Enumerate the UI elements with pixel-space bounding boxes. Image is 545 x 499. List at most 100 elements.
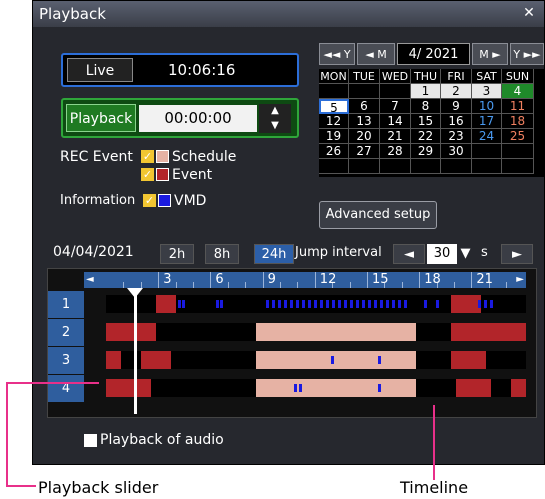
next-year-button[interactable]: Y ►► xyxy=(510,43,544,65)
calendar-day[interactable]: 12 xyxy=(319,114,349,129)
advanced-setup-button[interactable]: Advanced setup xyxy=(319,201,437,229)
camera-timeline-row[interactable] xyxy=(106,379,526,397)
axis-tick xyxy=(210,272,212,288)
schedule-label: Schedule xyxy=(172,149,237,165)
calendar-day[interactable]: 1 xyxy=(411,84,441,99)
calendar-day[interactable]: 19 xyxy=(319,129,349,144)
calendar-day[interactable]: 26 xyxy=(319,144,349,159)
vmd-marker xyxy=(278,300,281,308)
calendar-day[interactable]: 16 xyxy=(441,114,472,129)
calendar-day[interactable]: 17 xyxy=(472,114,502,129)
calendar-grid: MON TUE WED THU FRI SAT SUN 1 2 3 4 5 6 7 8 9 10 11 12 13 14… xyxy=(319,69,544,177)
camera-label[interactable]: 1 xyxy=(48,290,84,318)
spin-up-icon[interactable]: ▲ xyxy=(259,104,291,118)
vmd-marker xyxy=(216,300,219,308)
calendar-day[interactable]: 23 xyxy=(441,129,472,144)
calendar-day[interactable]: 5 xyxy=(319,99,349,115)
jump-interval-value[interactable]: 30 xyxy=(427,244,457,264)
live-panel: Live 10:06:16 xyxy=(61,53,299,87)
calendar-day[interactable]: 28 xyxy=(380,144,411,159)
vmd-marker xyxy=(314,300,317,308)
calendar-day[interactable]: 24 xyxy=(472,129,502,144)
vmd-marker xyxy=(296,300,299,308)
interval-dropdown-icon[interactable]: ▼ xyxy=(458,244,473,264)
camera-label[interactable]: 3 xyxy=(48,346,84,374)
vmd-marker xyxy=(380,300,383,308)
jump-back-icon[interactable]: ◄ xyxy=(393,244,425,264)
calendar-day[interactable]: 10 xyxy=(472,99,502,114)
axis-tick xyxy=(175,282,177,288)
audio-checkbox[interactable] xyxy=(84,434,97,447)
axis-scroll-left-icon[interactable]: ◄ xyxy=(86,272,94,288)
calendar-day[interactable]: 21 xyxy=(380,129,411,144)
axis-tick xyxy=(297,282,299,288)
calendar-day[interactable]: 14 xyxy=(380,114,411,129)
vmd-marker xyxy=(220,300,223,308)
vmd-marker xyxy=(404,300,407,308)
camera-timeline-row[interactable] xyxy=(106,323,526,341)
vmd-checkbox[interactable]: ✓ xyxy=(143,194,156,207)
calendar-day[interactable]: 11 xyxy=(502,99,534,114)
camera-timeline-row[interactable] xyxy=(106,295,526,313)
axis-tick xyxy=(314,272,316,288)
calendar-day[interactable]: 3 xyxy=(472,84,502,99)
vmd-marker xyxy=(378,384,381,392)
axis-tick xyxy=(506,282,508,288)
camera-label[interactable]: 2 xyxy=(48,318,84,346)
calendar-day[interactable]: 2 xyxy=(441,84,472,99)
playback-time-field[interactable]: 00:00:00 xyxy=(139,105,257,132)
calendar-day[interactable]: 9 xyxy=(441,99,472,114)
camera-label[interactable]: 4 xyxy=(48,374,84,402)
zoom-2h-button[interactable]: 2h xyxy=(160,244,194,264)
recording-segment xyxy=(256,379,416,397)
event-label: Event xyxy=(172,167,213,183)
prev-month-button[interactable]: ◄ M xyxy=(357,43,395,65)
calendar-empty-cell xyxy=(349,159,380,174)
calendar-day[interactable]: 15 xyxy=(411,114,441,129)
calendar-day[interactable]: 22 xyxy=(411,129,441,144)
axis-scroll-right-icon[interactable]: ► xyxy=(516,272,524,288)
axis-tick xyxy=(401,282,403,288)
slider-caption: Playback slider xyxy=(38,478,159,497)
jump-forward-icon[interactable]: ► xyxy=(501,244,533,264)
camera-timeline-row[interactable] xyxy=(106,351,526,369)
calendar-day[interactable]: 7 xyxy=(380,99,411,114)
calendar-day[interactable]: 27 xyxy=(349,144,380,159)
prev-year-button[interactable]: ◄◄ Y xyxy=(319,43,355,65)
vmd-marker xyxy=(302,300,305,308)
close-icon[interactable]: ✕ xyxy=(520,4,538,22)
slider-callout-line xyxy=(6,382,99,384)
spin-down-icon[interactable]: ▼ xyxy=(259,119,291,133)
axis-tick xyxy=(280,282,281,288)
calendar-day[interactable]: 25 xyxy=(502,129,534,144)
vmd-marker xyxy=(344,300,347,308)
axis-tick xyxy=(123,282,125,288)
recording-segment xyxy=(141,351,171,369)
recording-segment xyxy=(121,323,156,341)
event-checkbox[interactable]: ✓ xyxy=(141,168,154,181)
recording-segment xyxy=(511,379,526,397)
calendar-day[interactable]: 18 xyxy=(502,114,534,129)
live-button[interactable]: Live xyxy=(67,58,133,82)
zoom-24h-button[interactable]: 24h xyxy=(254,244,294,264)
calendar-day[interactable]: 13 xyxy=(349,114,380,129)
schedule-checkbox[interactable]: ✓ xyxy=(141,150,154,163)
weekday-header: FRI xyxy=(441,69,472,84)
calendar-day[interactable]: 8 xyxy=(411,99,441,114)
recording-segment xyxy=(481,295,526,313)
vmd-marker xyxy=(284,300,287,308)
playback-slider[interactable] xyxy=(134,290,137,414)
calendar-day[interactable]: 4 xyxy=(502,84,534,99)
playback-slider-handle[interactable] xyxy=(127,288,143,298)
calendar-day[interactable]: 20 xyxy=(349,129,380,144)
playback-button[interactable]: Playback xyxy=(66,104,136,132)
vmd-marker xyxy=(386,300,389,308)
calendar-day[interactable]: 6 xyxy=(349,99,380,114)
weekday-header: MON xyxy=(319,69,349,84)
timeline[interactable]: ◄ ► 3 6 9 12 15 18 21 1234 xyxy=(47,268,537,418)
zoom-8h-button[interactable]: 8h xyxy=(205,244,239,264)
next-month-button[interactable]: M ► xyxy=(472,43,508,65)
calendar-day[interactable]: 29 xyxy=(411,144,441,159)
calendar-empty-cell xyxy=(502,159,534,174)
calendar-day[interactable]: 30 xyxy=(441,144,472,159)
